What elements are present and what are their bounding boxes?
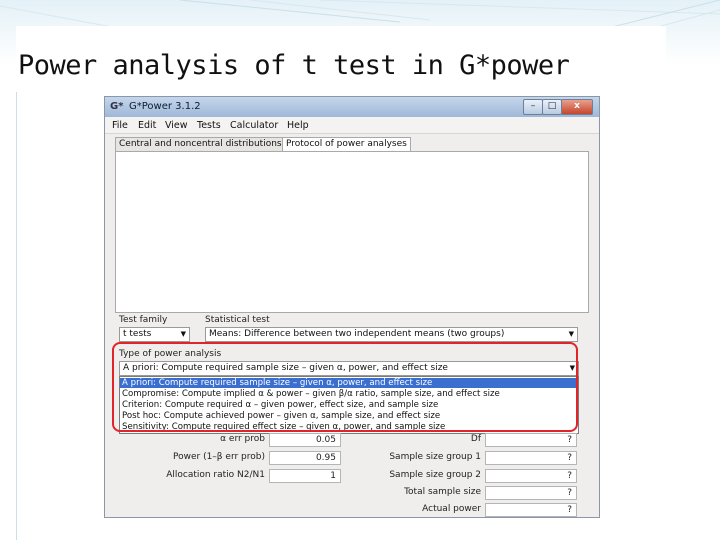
slide-title: Power analysis of t test in G*power xyxy=(18,50,570,81)
sample-size-group-1-output: ? xyxy=(485,451,577,465)
menu-calculator[interactable]: Calculator xyxy=(230,120,278,131)
allocation-ratio-label: Allocation ratio N2/N1 xyxy=(166,470,265,480)
power-label: Power (1–β err prob) xyxy=(173,452,265,462)
menu-edit[interactable]: Edit xyxy=(138,120,156,131)
sample-size-group-2-label: Sample size group 2 xyxy=(389,470,481,480)
total-sample-size-output: ? xyxy=(485,486,577,500)
statistical-test-select[interactable]: Means: Difference between two independen… xyxy=(205,327,578,342)
menu-view[interactable]: View xyxy=(165,120,188,131)
sample-size-group-1-label: Sample size group 1 xyxy=(389,452,481,462)
window-titlebar[interactable]: G* G*Power 3.1.2 – □ x xyxy=(105,97,599,117)
tab-distributions[interactable]: Central and noncentral distributions xyxy=(115,137,286,151)
test-family-value: t tests xyxy=(123,329,152,339)
maximize-button[interactable]: □ xyxy=(542,99,562,115)
chevron-down-icon: ▼ xyxy=(180,330,186,338)
actual-power-label: Actual power xyxy=(422,504,481,514)
minimize-button[interactable]: – xyxy=(523,99,543,115)
menu-file[interactable]: File xyxy=(112,120,128,131)
menu-tests[interactable]: Tests xyxy=(197,120,221,131)
chevron-down-icon: ▼ xyxy=(568,330,574,338)
statistical-test-label: Statistical test xyxy=(205,315,270,325)
alpha-field[interactable]: 0.05 xyxy=(269,433,341,447)
tab-protocol[interactable]: Protocol of power analyses xyxy=(282,137,411,151)
df-label: Df xyxy=(470,434,481,444)
total-sample-size-label: Total sample size xyxy=(404,487,481,497)
red-highlight-box xyxy=(112,342,578,432)
close-button[interactable]: x xyxy=(561,99,593,115)
power-field[interactable]: 0.95 xyxy=(269,451,341,465)
sample-size-group-2-output: ? xyxy=(485,469,577,483)
window-title: G*Power 3.1.2 xyxy=(129,101,201,112)
gpower-app-icon: G* xyxy=(110,101,124,112)
alpha-label: α err prob xyxy=(220,434,265,444)
df-output: ? xyxy=(485,433,577,447)
slide-left-rule xyxy=(16,92,17,540)
test-family-label: Test family xyxy=(119,315,168,325)
test-family-select[interactable]: t tests ▼ xyxy=(119,327,190,342)
actual-power-output: ? xyxy=(485,503,577,517)
distribution-plot-panel xyxy=(115,151,589,313)
allocation-ratio-field[interactable]: 1 xyxy=(269,469,341,483)
gpower-window: G* G*Power 3.1.2 – □ x File Edit View Te… xyxy=(104,96,600,518)
menu-bar: File Edit View Tests Calculator Help xyxy=(105,117,599,134)
menu-help[interactable]: Help xyxy=(287,120,309,131)
statistical-test-value: Means: Difference between two independen… xyxy=(209,329,505,339)
